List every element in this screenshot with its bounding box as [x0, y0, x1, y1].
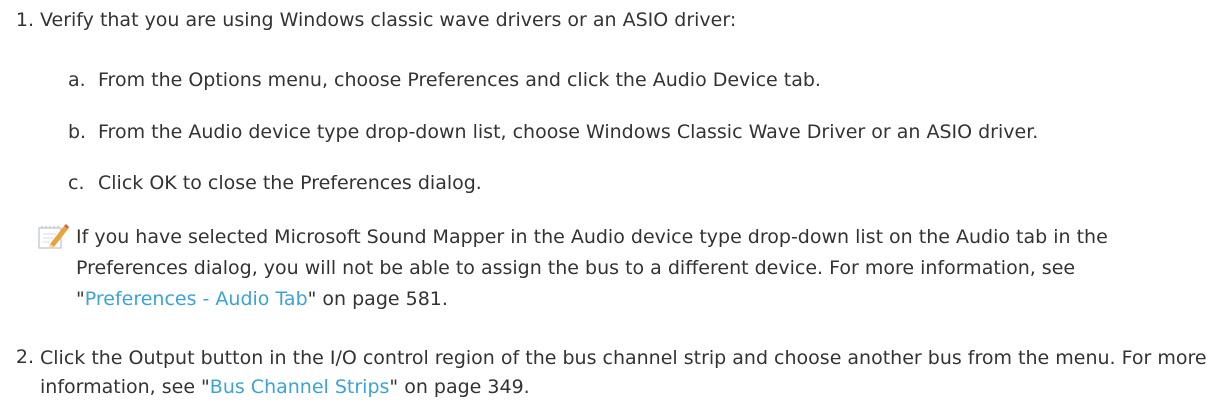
- step-number: 1.: [15, 9, 34, 31]
- substep-text: Click OK to close the Preferences dialog…: [98, 172, 482, 194]
- substep-text: From the Options menu, choose Preference…: [98, 69, 821, 91]
- step-text: Click the Output button in the I/O contr…: [40, 347, 1207, 398]
- step-text: Verify that you are using Windows classi…: [40, 9, 737, 31]
- preferences-audio-tab-link[interactable]: Preferences - Audio Tab: [85, 288, 308, 310]
- substep-b: b. From the Audio device type drop-down …: [68, 119, 1038, 146]
- note-text: If you have selected Microsoft Sound Map…: [76, 226, 1108, 310]
- substep-text: From the Audio device type drop-down lis…: [98, 121, 1039, 143]
- step-number: 2.: [15, 346, 34, 368]
- substep-letter: a.: [68, 69, 86, 91]
- step-2: 2. Click the Output button in the I/O co…: [0, 344, 1220, 402]
- substep-a: a. From the Options menu, choose Prefere…: [68, 67, 821, 94]
- substep-letter: c.: [68, 172, 85, 194]
- substep-c: c. Click OK to close the Preferences dia…: [68, 170, 482, 197]
- note-block: If you have selected Microsoft Sound Map…: [36, 222, 1156, 315]
- step-1: 1. Verify that you are using Windows cla…: [0, 7, 1220, 34]
- note-pencil-icon: [36, 222, 76, 252]
- substep-letter: b.: [68, 121, 87, 143]
- bus-channel-strips-link[interactable]: Bus Channel Strips: [210, 376, 390, 398]
